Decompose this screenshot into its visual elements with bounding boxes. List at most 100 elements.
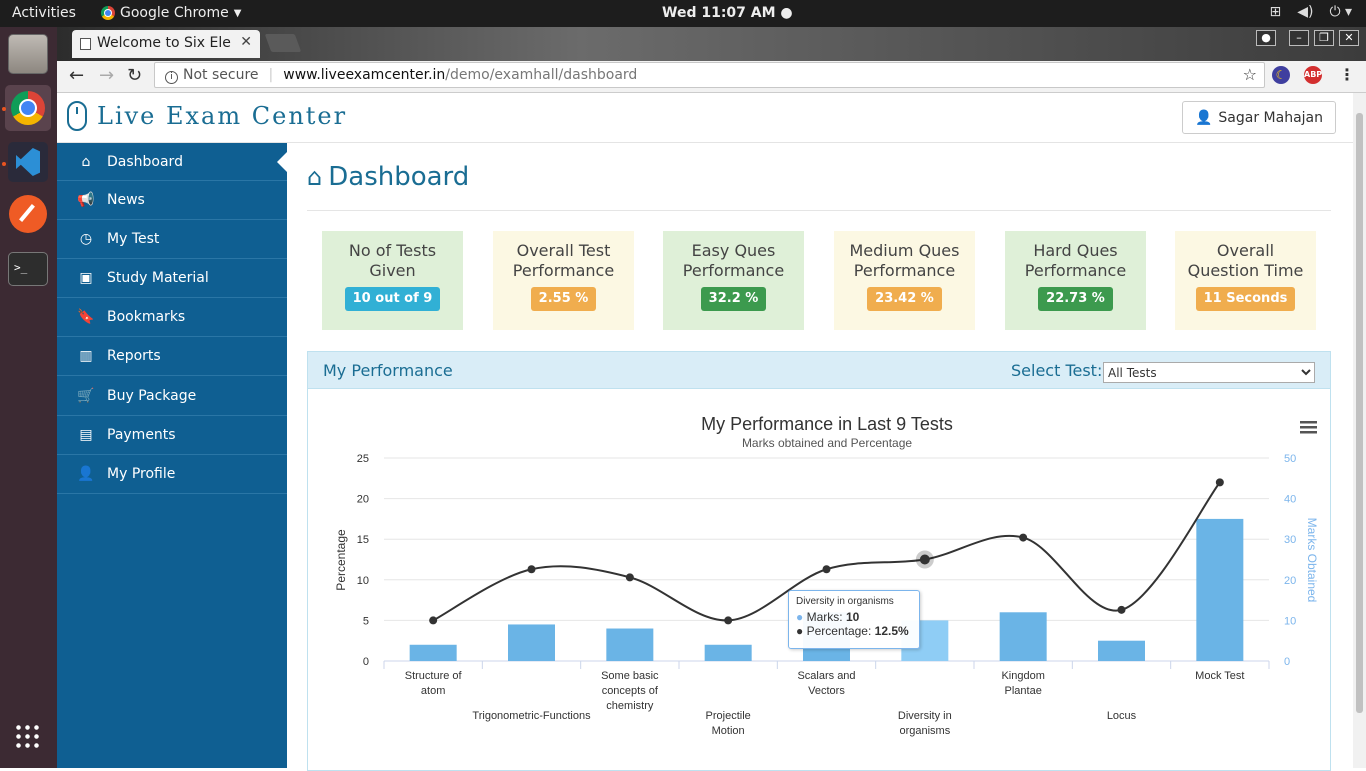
- user-menu-button[interactable]: 👤 Sagar Mahajan: [1181, 101, 1336, 134]
- stat-label: Overall Question Time: [1187, 241, 1304, 280]
- select-test-dropdown[interactable]: All Tests: [1103, 362, 1315, 383]
- chrome-menu-icon[interactable]: ⋮: [1338, 66, 1356, 84]
- running-indicator: [2, 162, 6, 166]
- reload-icon[interactable]: ↻: [127, 65, 142, 86]
- tooltip-title: Diversity in organisms: [796, 596, 894, 607]
- logo-text: Live Exam Center: [97, 102, 348, 130]
- stat-label: Easy Ques Performance: [682, 241, 785, 280]
- clock[interactable]: Wed 11:07 AM ●: [662, 5, 793, 21]
- stat-tests-given: No of Tests Given 10 out of 9: [322, 231, 463, 330]
- postman-icon[interactable]: [9, 195, 47, 233]
- system-tray[interactable]: ⊞ ◀) ⏻ ▾: [1269, 4, 1352, 20]
- cart-icon: 🛒: [77, 387, 95, 404]
- bookmark-icon: 🔖: [77, 309, 95, 325]
- panel-title: My Performance: [323, 361, 453, 380]
- tooltip-pct-label: Percentage:: [806, 624, 872, 638]
- stat-easy-performance: Easy Ques Performance 32.2 %: [663, 231, 804, 330]
- sidebar-item-study-material[interactable]: ▣ Study Material: [57, 259, 287, 298]
- page-icon: [80, 38, 91, 50]
- app-menu[interactable]: Google Chrome ▼: [101, 5, 241, 21]
- money-icon: ▤: [79, 427, 93, 443]
- address-bar[interactable]: i Not secure | www.liveexamcenter.in/demo/e…: [154, 62, 1265, 88]
- chrome-icon: [101, 6, 115, 20]
- bookmark-star-icon[interactable]: ☆: [1243, 65, 1257, 84]
- site-header: Live Exam Center 👤 Sagar Mahajan: [57, 93, 1353, 143]
- terminal-icon[interactable]: >_: [8, 252, 48, 286]
- power-icon: ⏻ ▾: [1329, 4, 1352, 20]
- app-menu-label: Google Chrome: [120, 5, 229, 21]
- stat-badge: 10 out of 9: [344, 287, 441, 311]
- scrollbar[interactable]: [1353, 93, 1366, 768]
- url-path: /demo/examhall/dashboard: [445, 67, 638, 83]
- maximize-button[interactable]: ❐: [1314, 30, 1334, 46]
- stat-label: Medium Ques Performance: [849, 241, 960, 280]
- caret-down-icon: ▼: [233, 7, 242, 19]
- forward-icon[interactable]: →: [99, 65, 114, 86]
- close-window-button[interactable]: ✕: [1339, 30, 1359, 46]
- sidebar-item-label: Reports: [107, 348, 161, 364]
- sidebar-item-label: Dashboard: [107, 153, 183, 170]
- volume-icon: ◀): [1297, 4, 1314, 20]
- not-secure-label[interactable]: Not secure: [183, 67, 259, 83]
- files-icon[interactable]: [8, 34, 48, 74]
- sidebar-item-news[interactable]: 📢 News: [57, 181, 287, 220]
- tab-title: Welcome to Six Ele: [97, 35, 231, 51]
- sidebar-item-payments[interactable]: ▤ Payments: [57, 416, 287, 455]
- sidebar-item-label: Study Material: [107, 270, 209, 286]
- show-apps-icon[interactable]: [14, 723, 42, 751]
- bar-chart-icon: ▥: [79, 348, 93, 364]
- sidebar-item-my-profile[interactable]: 👤 My Profile: [57, 455, 287, 494]
- stat-badge: 32.2 %: [700, 287, 767, 311]
- stat-label: Hard Ques Performance: [1024, 241, 1127, 280]
- briefcase-icon: ▣: [79, 270, 93, 286]
- logo[interactable]: Live Exam Center: [67, 101, 347, 131]
- sidebar-item-buy-package[interactable]: 🛒 Buy Package: [57, 376, 287, 416]
- stat-overall-performance: Overall Test Performance 2.55 %: [493, 231, 634, 330]
- stat-medium-performance: Medium Ques Performance 23.42 %: [834, 231, 975, 330]
- page-title: ⌂ Dashboard: [307, 162, 469, 192]
- main-content: ⌂ Dashboard No of Tests Given 10 out of …: [287, 143, 1353, 771]
- divider: |: [268, 67, 274, 83]
- back-icon[interactable]: ←: [69, 65, 84, 86]
- os-top-bar: Activities Google Chrome ▼ Wed 11:07 AM …: [0, 0, 1366, 27]
- vscode-icon[interactable]: [8, 142, 48, 182]
- user-name: Sagar Mahajan: [1218, 109, 1323, 126]
- sidebar-item-label: Buy Package: [107, 387, 197, 404]
- bullhorn-icon: 📢: [77, 192, 95, 208]
- browser-tab[interactable]: Welcome to Six Ele ✕: [72, 30, 260, 58]
- minimize-button[interactable]: –: [1289, 30, 1309, 46]
- sidebar-item-label: News: [107, 192, 145, 208]
- clock-icon: ◷: [79, 231, 93, 247]
- clock-text: Wed 11:07 AM: [662, 5, 776, 21]
- stat-badge: 11 Seconds: [1195, 287, 1296, 311]
- tooltip-marks-row: ● Marks: 10: [796, 610, 912, 624]
- sidebar: ⌂ Dashboard 📢 News ◷ My Test ▣ Study Materia…: [57, 143, 287, 768]
- sidebar-item-my-test[interactable]: ◷ My Test: [57, 220, 287, 259]
- activities-button[interactable]: Activities: [12, 5, 76, 21]
- info-icon[interactable]: i: [165, 71, 178, 84]
- sidebar-item-dashboard[interactable]: ⌂ Dashboard: [57, 143, 287, 181]
- chart-tooltip: Diversity in organisms ● Marks: 10 ● Per…: [788, 590, 920, 649]
- adblock-icon[interactable]: ABP: [1304, 66, 1322, 84]
- tooltip-marks-label: Marks:: [806, 610, 843, 624]
- extension-moon-icon[interactable]: ☾: [1272, 66, 1290, 84]
- close-tab-icon[interactable]: ✕: [240, 34, 252, 50]
- stat-badge: 22.73 %: [1038, 287, 1113, 311]
- home-icon: ⌂: [307, 163, 323, 191]
- select-test-label: Select Test:: [1011, 361, 1103, 380]
- home-icon: ⌂: [81, 153, 91, 170]
- chrome-dock-icon[interactable]: [5, 85, 51, 131]
- tooltip-marks-value: 10: [845, 610, 860, 624]
- sidebar-item-bookmarks[interactable]: 🔖 Bookmarks: [57, 298, 287, 337]
- legend-dot-icon: ●: [796, 624, 804, 638]
- stat-label: Overall Test Performance: [512, 241, 615, 280]
- stat-badge: 2.55 %: [530, 287, 597, 311]
- profile-icon[interactable]: ●: [1256, 30, 1276, 46]
- sidebar-item-reports[interactable]: ▥ Reports: [57, 337, 287, 376]
- legend-dot-icon: ●: [796, 610, 804, 624]
- chart-menu-icon[interactable]: [1300, 421, 1317, 434]
- notification-dot-icon: ●: [780, 5, 793, 21]
- mouse-logo-icon: [67, 101, 87, 131]
- new-tab-button[interactable]: [264, 34, 302, 52]
- active-indicator: [2, 107, 6, 111]
